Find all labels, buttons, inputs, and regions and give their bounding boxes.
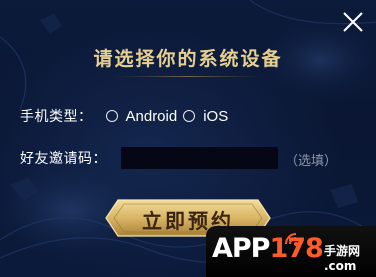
watermark-suffix-text: 手游网 bbox=[324, 244, 361, 258]
watermark-brand: APP178 bbox=[212, 233, 324, 264]
ios-radio[interactable]: iOS bbox=[183, 108, 228, 125]
close-button[interactable] bbox=[340, 9, 366, 35]
dialog-title: 请选择你的系统设备 bbox=[93, 48, 283, 70]
close-icon bbox=[343, 12, 363, 32]
invite-code-row: 好友邀请码： bbox=[20, 147, 107, 169]
radio-circle-icon[interactable] bbox=[183, 110, 196, 122]
app178-watermark: APP178 手游网 .com bbox=[206, 226, 376, 277]
android-label[interactable]: Android bbox=[126, 108, 178, 125]
device-type-label: 手机类型： bbox=[20, 109, 93, 125]
radio-circle-icon[interactable] bbox=[105, 110, 118, 122]
device-select-dialog: 请选择你的系统设备 手机类型： Android iOS 好友邀请码： （选填） bbox=[0, 0, 376, 277]
signal-icon bbox=[285, 233, 298, 246]
android-radio[interactable]: Android bbox=[105, 108, 178, 125]
ios-label[interactable]: iOS bbox=[203, 108, 228, 125]
watermark-domain: .com bbox=[324, 259, 357, 273]
optional-hint: （选填） bbox=[285, 154, 338, 169]
watermark-brand-prefix: APP bbox=[212, 233, 270, 264]
device-type-row: 手机类型： Android iOS bbox=[20, 105, 228, 127]
watermark-suffix: 手游网 .com bbox=[324, 242, 360, 273]
invite-code-label: 好友邀请码： bbox=[20, 151, 107, 167]
invite-code-input[interactable] bbox=[121, 147, 278, 169]
